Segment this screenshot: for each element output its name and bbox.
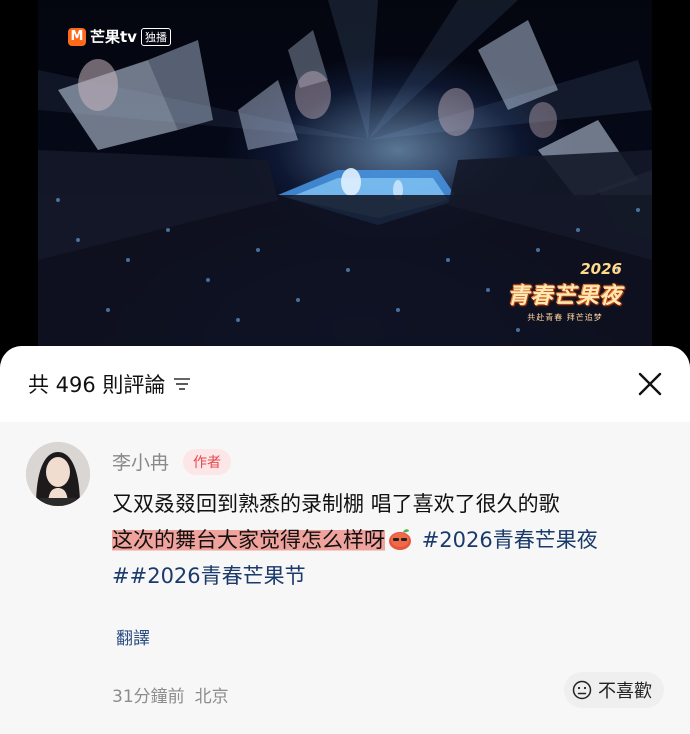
- channel-logo: M 芒果tv 独播: [68, 26, 171, 47]
- author-name[interactable]: 李小冉: [112, 448, 169, 475]
- dislike-label: 不喜歡: [598, 681, 652, 702]
- mango-logo-icon: M: [68, 27, 86, 46]
- video-player[interactable]: M 芒果tv 独播 2026 青春芒果夜 共赴青春 拜芒追梦: [38, 0, 652, 352]
- comment-meta: 31分鐘前 北京: [112, 682, 229, 707]
- mango-emoji-icon: [389, 529, 411, 550]
- author-badge: 作者: [183, 448, 232, 475]
- comments-panel: 共 496 則評論 李小冉 作者 又双叒叕回到熟悉的录制棚 唱了喜欢了很久的歌这…: [0, 346, 690, 734]
- hashtag-link[interactable]: #2026青春芒果节: [130, 564, 306, 588]
- comment-item: 李小冉 作者 又双叒叕回到熟悉的录制棚 唱了喜欢了很久的歌 这次的舞台大家觉得怎么…: [0, 422, 690, 734]
- sort-lines-icon[interactable]: [173, 376, 191, 392]
- comment-text-line1: 又双叒叕回到熟悉的录制棚 唱了喜欢了很久的歌: [112, 492, 560, 516]
- highlighted-text: 这次的舞台大家觉得怎么样呀: [112, 528, 385, 552]
- author-row: 李小冉 作者: [112, 448, 232, 475]
- dislike-button[interactable]: 不喜歡: [564, 672, 664, 708]
- comment-count-title: 共 496 則評論: [28, 373, 166, 397]
- avatar[interactable]: [26, 442, 90, 506]
- close-icon[interactable]: [636, 370, 664, 398]
- exclusive-badge: 独播: [140, 27, 171, 46]
- comment-location: 北京: [194, 687, 229, 707]
- frown-face-icon: [572, 680, 592, 700]
- event-subtitle: 共赴青春 拜芒追梦: [527, 313, 603, 322]
- comments-header: 共 496 則評論: [0, 346, 690, 422]
- comment-text: 又双叒叕回到熟悉的录制棚 唱了喜欢了很久的歌 这次的舞台大家觉得怎么样呀 #202…: [112, 486, 660, 594]
- comment-time: 31分鐘前: [112, 687, 185, 707]
- translate-link[interactable]: 翻譯: [116, 624, 150, 649]
- channel-logo-text: 芒果tv: [90, 28, 137, 46]
- event-title: 青春芒果夜: [507, 284, 623, 309]
- event-year: 2026: [580, 260, 622, 278]
- event-logo: 2026 青春芒果夜 共赴青春 拜芒追梦: [500, 260, 630, 330]
